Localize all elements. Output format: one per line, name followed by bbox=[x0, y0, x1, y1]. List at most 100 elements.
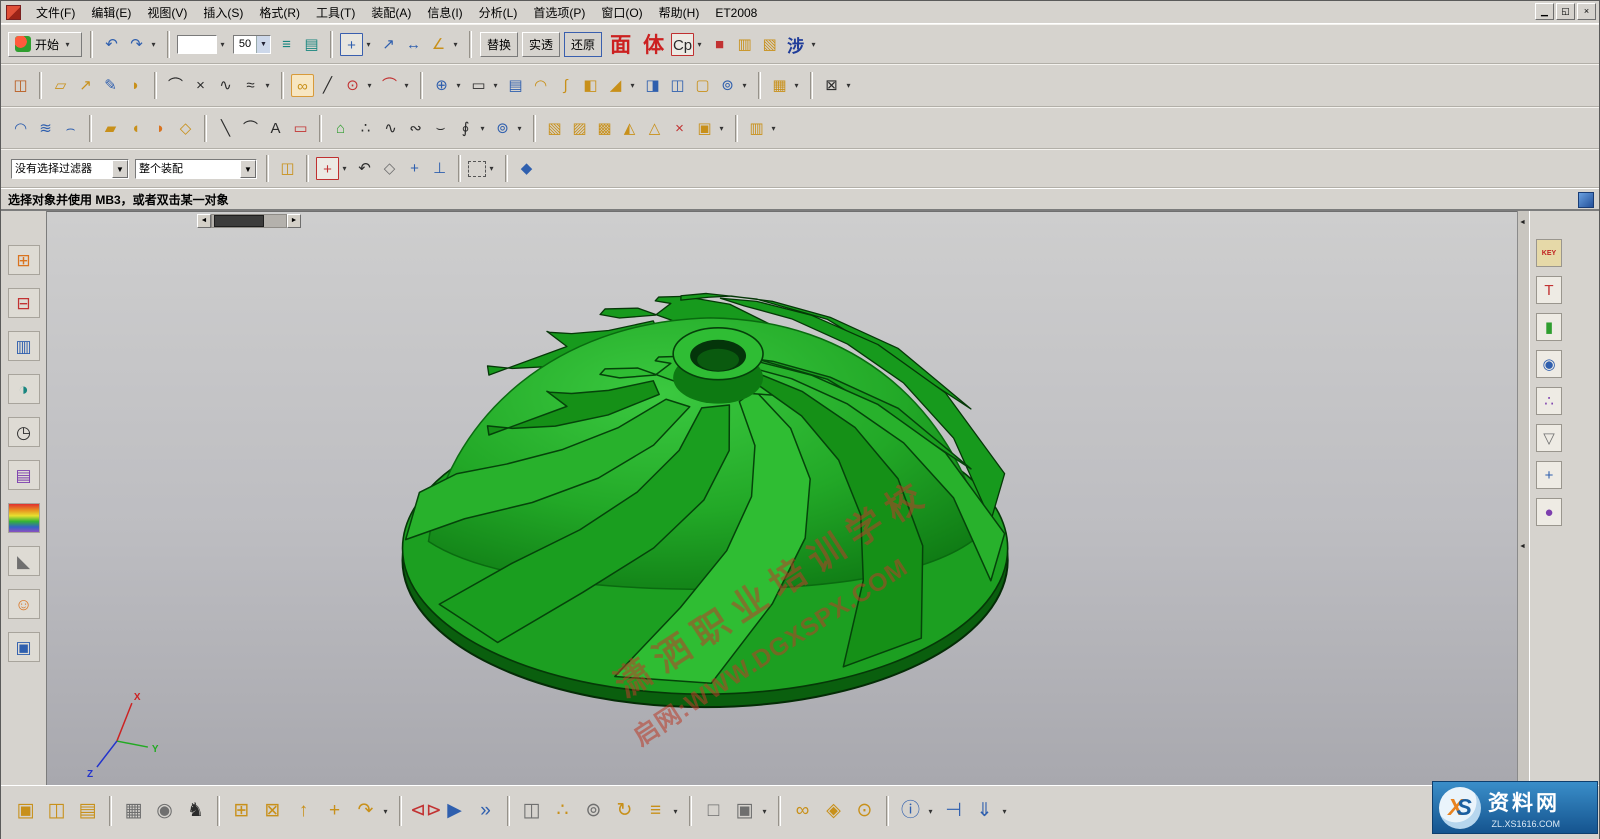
basic-arc-icon[interactable]: ⌒ bbox=[239, 117, 262, 140]
dropdown-arrow-icon[interactable]: ▾ bbox=[218, 40, 227, 49]
selection-filter-combo[interactable]: 没有选择过滤器▼ bbox=[11, 159, 129, 179]
revolve-icon[interactable]: ◠ bbox=[529, 74, 552, 97]
patch-body-icon[interactable]: ▣ bbox=[693, 117, 716, 140]
measure-angle-icon[interactable]: ∠ bbox=[427, 33, 450, 56]
text-icon[interactable]: A bbox=[264, 117, 287, 140]
trim-sheet-icon[interactable]: ◭ bbox=[618, 117, 641, 140]
section-curve-icon[interactable]: ∿ bbox=[214, 74, 237, 97]
helix-icon[interactable]: ∮ bbox=[454, 117, 477, 140]
tube-icon[interactable]: ⊚ bbox=[491, 117, 514, 140]
roles-icon[interactable]: ☺ bbox=[8, 589, 40, 619]
cup-part-icon[interactable]: ▽ bbox=[1536, 424, 1562, 452]
selection-filter-combo-arrow[interactable]: ▼ bbox=[112, 160, 128, 178]
dropdown-arrow-icon[interactable]: ▾ bbox=[149, 40, 158, 49]
datum-plane-icon[interactable]: ▱ bbox=[49, 74, 72, 97]
start-button[interactable]: 开始▾ bbox=[8, 32, 82, 57]
system-scenes-icon[interactable]: ▣ bbox=[8, 632, 40, 662]
intersection-curve-icon[interactable]: × bbox=[189, 74, 212, 97]
snap-point-icon[interactable]: + bbox=[340, 33, 363, 56]
menu-format[interactable]: 格式(R) bbox=[251, 3, 308, 23]
component-list-icon[interactable]: ≡ bbox=[642, 796, 669, 826]
basic-line-icon[interactable]: ╲ bbox=[214, 117, 237, 140]
template-part-icon[interactable]: T bbox=[1536, 276, 1562, 304]
manufacturing-wizard-icon[interactable]: ◣ bbox=[8, 546, 40, 576]
play-arrangement-icon[interactable]: ▶ bbox=[441, 796, 468, 826]
menu-analysis[interactable]: 分析(L) bbox=[471, 3, 526, 23]
dropdown-arrow-icon[interactable]: ▾ bbox=[340, 164, 349, 173]
replace-component-icon[interactable]: ↷ bbox=[352, 796, 379, 826]
chamfer-icon[interactable]: ◢ bbox=[604, 74, 627, 97]
add-component-icon[interactable]: ⊞ bbox=[228, 796, 255, 826]
graphics-scene[interactable]: X Y Z bbox=[47, 212, 1517, 785]
part-navigator-icon[interactable]: ▥ bbox=[8, 331, 40, 361]
move-component-icon[interactable]: + bbox=[403, 157, 426, 180]
component-stack-icon[interactable]: ▤ bbox=[74, 796, 101, 826]
reference-set-icon[interactable]: □ bbox=[700, 796, 727, 826]
body-button[interactable]: 体 bbox=[639, 29, 668, 59]
scroll-right-icon[interactable]: ► bbox=[287, 214, 301, 228]
key-palette-icon[interactable]: KEY bbox=[1536, 239, 1562, 267]
scrollbar-thumb[interactable] bbox=[214, 215, 264, 227]
sketch-icon[interactable]: ✎ bbox=[99, 74, 122, 97]
rotate-component-icon[interactable]: ↻ bbox=[611, 796, 638, 826]
arc-icon[interactable]: ⌒ bbox=[378, 74, 401, 97]
dropdown-arrow-icon[interactable]: ▾ bbox=[809, 40, 818, 49]
work-layer-spinner[interactable]: 50▼ bbox=[233, 35, 271, 54]
point-on-curve-icon[interactable]: ↗ bbox=[377, 33, 400, 56]
gold-sheet-icon[interactable]: ▧ bbox=[758, 33, 781, 56]
dropdown-arrow-icon[interactable]: ▾ bbox=[717, 124, 726, 133]
orient-view-icon[interactable]: ↶ bbox=[353, 157, 376, 180]
window-close-button[interactable]: × bbox=[1577, 3, 1596, 20]
profile-icon[interactable]: ⌂ bbox=[329, 117, 352, 140]
through-curves-icon[interactable]: ≋ bbox=[34, 117, 57, 140]
menu-preferences[interactable]: 首选项(P) bbox=[525, 3, 593, 23]
through-curve-mesh-icon[interactable]: ⌢ bbox=[59, 117, 82, 140]
new-component-icon[interactable]: ⊠ bbox=[259, 796, 286, 826]
sew-icon[interactable]: ▩ bbox=[593, 117, 616, 140]
dropdown-arrow-icon[interactable]: ▾ bbox=[515, 124, 524, 133]
overlap-components-icon[interactable]: ◫ bbox=[518, 796, 545, 826]
dropdown-arrow-icon[interactable]: ▾ bbox=[760, 807, 769, 816]
drafting-views-icon[interactable]: ◫ bbox=[9, 74, 32, 97]
dropdown-arrow-icon[interactable]: ▾ bbox=[769, 124, 778, 133]
rectangle-select-icon[interactable] bbox=[468, 161, 486, 177]
constraint-symbol-icon[interactable]: ⊣ bbox=[940, 796, 967, 826]
menu-help[interactable]: 帮助(H) bbox=[651, 3, 708, 23]
undo-icon[interactable]: ↶ bbox=[100, 33, 123, 56]
snap-enable-icon[interactable]: + bbox=[316, 157, 339, 180]
section-surface-icon[interactable]: ◗ bbox=[149, 117, 172, 140]
display-mode-box[interactable] bbox=[177, 35, 217, 54]
dropdown-arrow-icon[interactable]: ▾ bbox=[454, 81, 463, 90]
menu-window[interactable]: 窗口(O) bbox=[593, 3, 650, 23]
mating-condition-icon[interactable]: ⊲⊳ bbox=[410, 796, 437, 826]
info-component-icon[interactable]: ⓘ bbox=[897, 796, 924, 826]
menu-assemblies[interactable]: 装配(A) bbox=[363, 3, 419, 23]
window-minimize-button[interactable]: ▁ bbox=[1535, 3, 1554, 20]
dropdown-arrow-icon[interactable]: ▾ bbox=[263, 81, 272, 90]
dropdown-arrow-icon[interactable]: ▾ bbox=[487, 164, 496, 173]
arrangement-box-icon[interactable]: ▣ bbox=[731, 796, 758, 826]
menu-edit[interactable]: 编辑(E) bbox=[83, 3, 139, 23]
she-button[interactable]: 涉 bbox=[784, 32, 807, 57]
status-tip-icon[interactable] bbox=[1578, 192, 1594, 208]
delete-face-icon[interactable]: × bbox=[668, 117, 691, 140]
pane-toggle-middle-icon[interactable]: ◄ bbox=[1519, 543, 1526, 551]
layer-settings-icon[interactable]: ≡ bbox=[275, 33, 298, 56]
menu-view[interactable]: 视图(V) bbox=[139, 3, 195, 23]
promote-body-icon[interactable]: ↑ bbox=[290, 796, 317, 826]
redo-icon[interactable]: ↷ bbox=[125, 33, 148, 56]
system-materials-icon[interactable]: ▤ bbox=[8, 460, 40, 490]
shell-icon[interactable]: ▢ bbox=[691, 74, 714, 97]
mold-insert-icon[interactable]: ∴ bbox=[1536, 387, 1562, 415]
offset-curve-icon[interactable]: ≈ bbox=[239, 74, 262, 97]
layer-visible-icon[interactable]: ▤ bbox=[300, 33, 323, 56]
work-layer-spinner-arrow[interactable]: ▼ bbox=[256, 36, 270, 53]
circle-icon[interactable]: ⊙ bbox=[341, 74, 364, 97]
dropdown-arrow-icon[interactable]: ▾ bbox=[792, 81, 801, 90]
ring-component-icon[interactable]: ⊙ bbox=[851, 796, 878, 826]
swept-surface-icon[interactable]: ◖ bbox=[124, 117, 147, 140]
edit-feature-icon[interactable]: ⊠ bbox=[820, 74, 843, 97]
open-component-icon[interactable]: ◫ bbox=[43, 796, 70, 826]
dropdown-arrow-icon[interactable]: ▾ bbox=[63, 40, 72, 49]
dropdown-arrow-icon[interactable]: ▾ bbox=[365, 81, 374, 90]
